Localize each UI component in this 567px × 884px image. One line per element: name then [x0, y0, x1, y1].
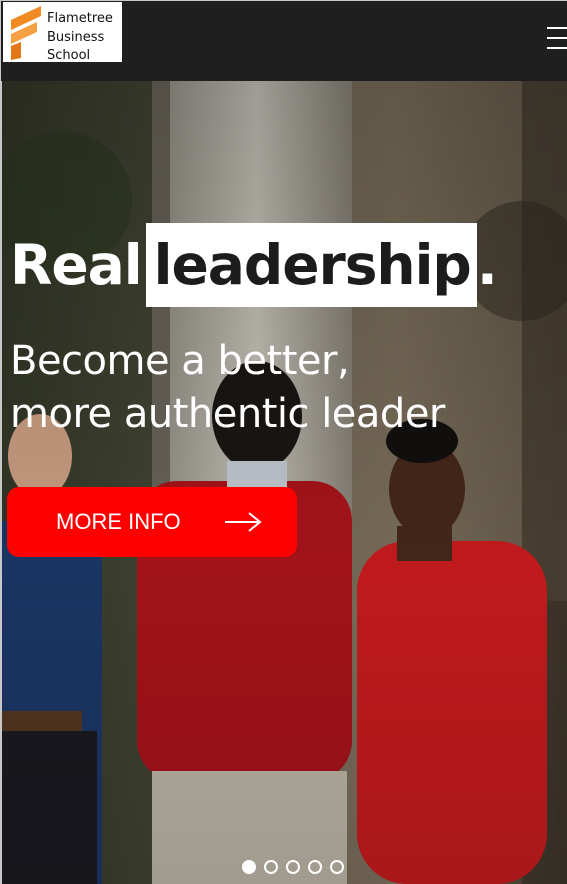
headline-highlight: leadership: [145, 223, 477, 307]
logo-line-3: School: [47, 48, 91, 63]
hero-slider: Real leadership. Become a better, more au…: [0, 81, 567, 884]
hamburger-menu-icon[interactable]: [547, 27, 567, 51]
flame-logo-icon: [11, 6, 41, 60]
school-logo[interactable]: Flametree Business School: [3, 2, 122, 63]
logo-line-2: Business: [47, 29, 105, 45]
page: Flametree Business School Real leadershi…: [0, 0, 567, 884]
slider-dot-1[interactable]: [242, 860, 256, 874]
more-info-label: MORE INFO: [56, 509, 181, 534]
slider-pagination: [242, 860, 344, 874]
hero-subheading: Become a better, more authentic leader: [10, 335, 445, 441]
top-navbar: Flametree Business School: [0, 0, 567, 81]
slider-dot-4[interactable]: [308, 860, 322, 874]
arrow-right-icon: [225, 512, 262, 532]
hero-background-photo: [2, 81, 567, 884]
subheading-line-2: more authentic leader: [10, 391, 445, 437]
slider-dot-3[interactable]: [286, 860, 300, 874]
logo-wordmark: Flametree Business School: [47, 10, 113, 66]
slider-dot-2[interactable]: [264, 860, 278, 874]
slider-dot-5[interactable]: [330, 860, 344, 874]
headline-word: Real: [10, 233, 143, 297]
headline-period: .: [476, 233, 498, 297]
subheading-line-1: Become a better,: [10, 338, 350, 384]
hero-headline: Real leadership.: [10, 223, 498, 307]
more-info-button[interactable]: MORE INFO: [7, 487, 297, 557]
logo-line-1: Flametree: [47, 11, 113, 26]
